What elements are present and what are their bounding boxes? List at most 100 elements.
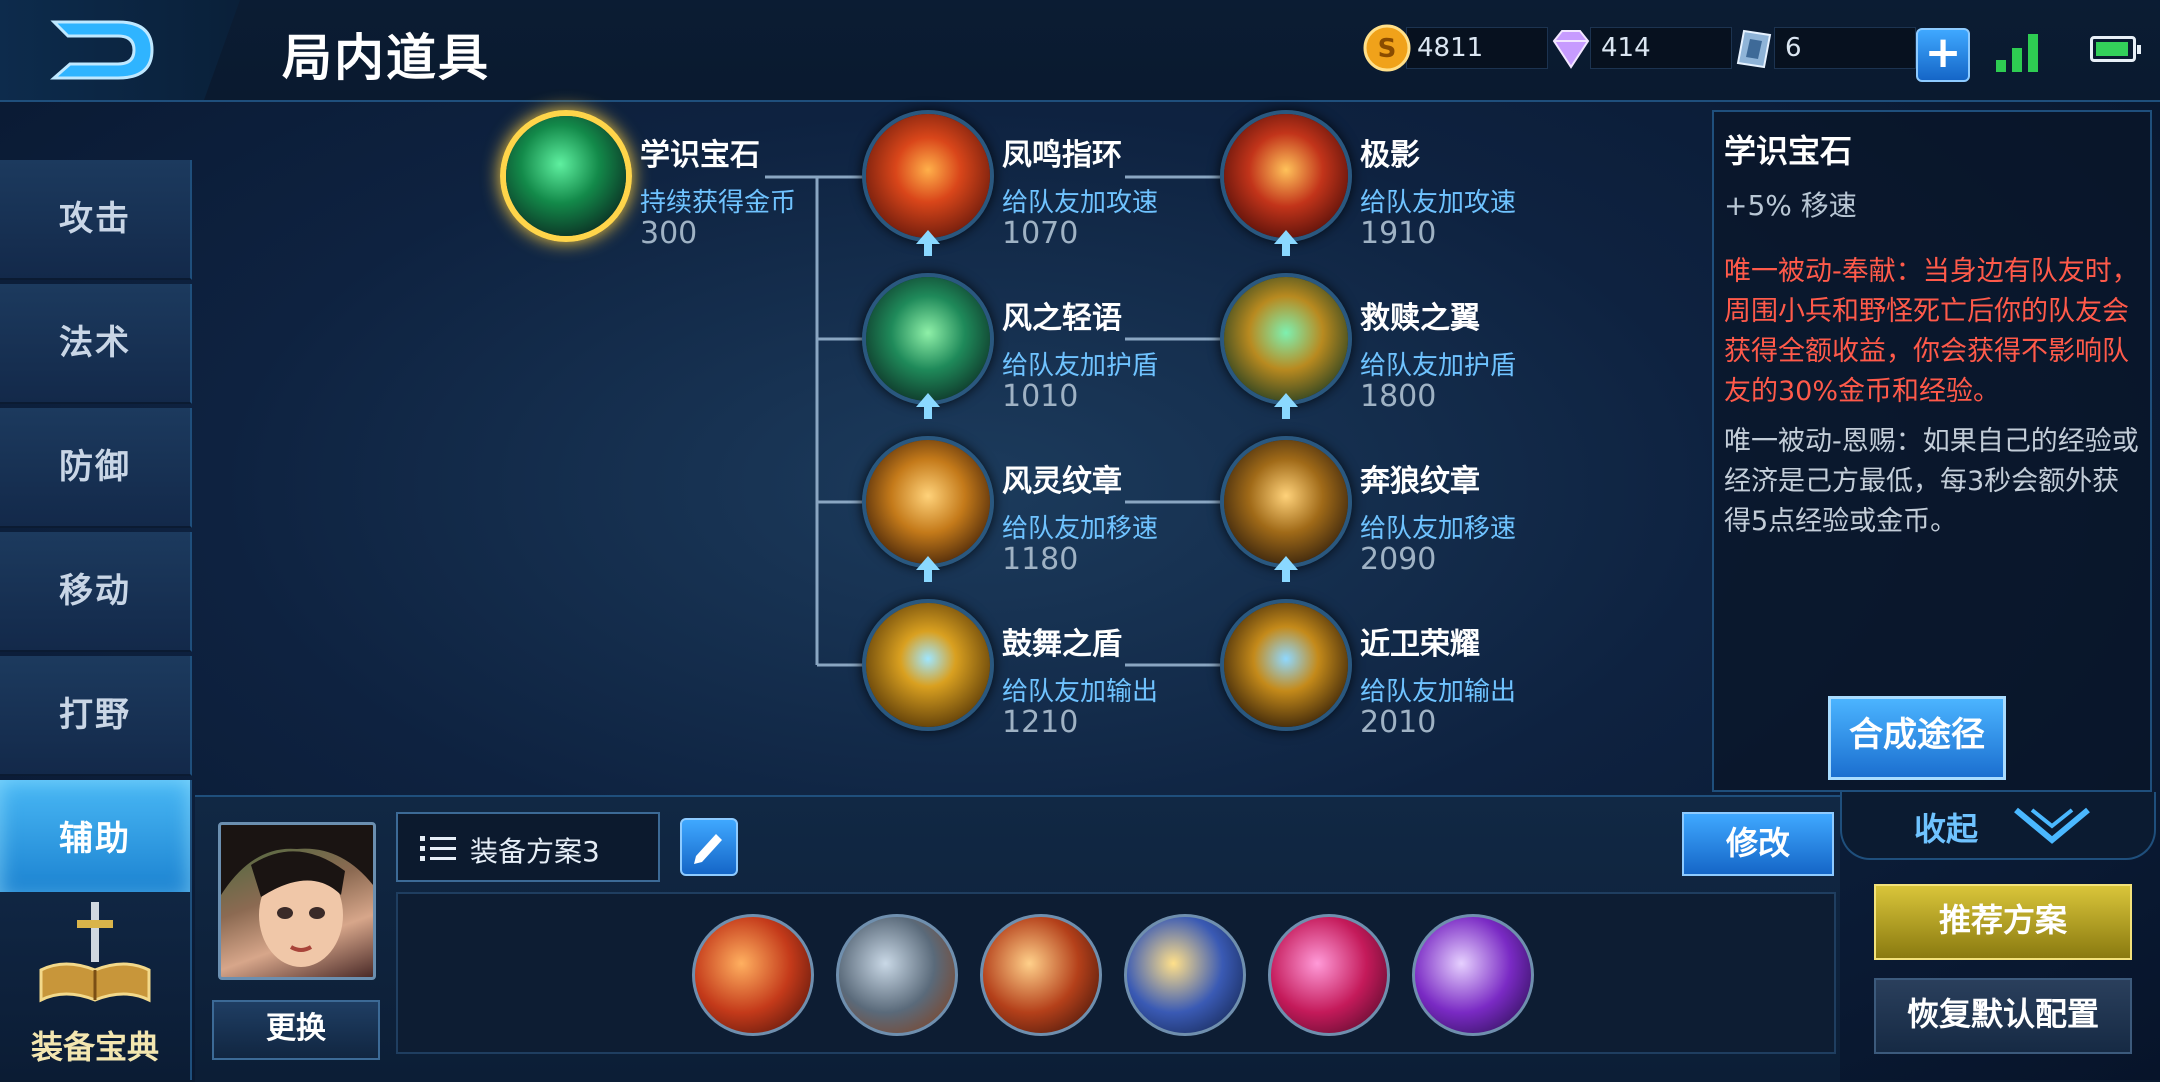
item-node[interactable]: 近卫荣耀 给队友加输出 2010 [1220,599,1550,759]
equipment-codex-button[interactable]: 装备宝典 [0,892,192,1080]
item-node[interactable]: 风之轻语 给队友加护盾 1010 [862,273,1192,433]
synthesis-path-button[interactable]: 合成途径 [1828,696,2006,780]
signal-icon [1996,34,2038,72]
item-desc: 给队友加攻速 [1002,188,1159,218]
pencil-icon [694,834,722,864]
upgrade-arrow-icon [1274,393,1298,419]
item-icon-guard-glory [1220,599,1352,731]
item-price: 1070 [1002,216,1079,251]
item-desc: 给队友加攻速 [1360,188,1517,218]
edit-plan-button[interactable] [680,818,738,876]
equipment-slots [396,892,1836,1054]
item-icon-extreme-shadow [1220,110,1352,242]
item-desc: 给队友加护盾 [1360,351,1517,381]
item-desc: 给队友加移速 [1360,514,1517,544]
equip-slot-6[interactable] [1412,914,1534,1036]
plus-icon: + [1924,27,1962,78]
voucher-counter: 6 [1730,24,1916,72]
item-price: 1910 [1360,216,1437,251]
upgrade-arrow-icon [1274,230,1298,256]
category-nav: 攻击 法术 防御 移动 打野 辅助 [0,160,192,904]
item-node-root[interactable]: 学识宝石 持续获得金币 300 [500,110,830,270]
item-icon-scholar-gem [500,110,632,242]
nav-movement[interactable]: 移动 [0,532,192,652]
item-price: 1010 [1002,379,1079,414]
svg-text:S: S [1378,34,1397,64]
chevron-down-icon [2014,807,2090,844]
codex-label: 装备宝典 [30,1028,159,1066]
item-price: 300 [640,216,698,251]
equip-slot-1[interactable] [692,914,814,1036]
collapse-label: 收起 [1914,810,1979,848]
gold-coin-icon: S [1363,24,1411,72]
item-desc: 持续获得金币 [640,188,797,218]
add-currency-button[interactable]: + [1916,28,1970,82]
item-name: 极影 [1360,138,1420,173]
item-price: 2090 [1360,542,1437,577]
item-icon-redemption-wing [1220,273,1352,405]
nav-jungle[interactable]: 打野 [0,656,192,776]
collapse-button[interactable]: 收起 [1840,792,2156,860]
diamond-counter: 414 [1546,24,1732,72]
item-desc: 给队友加护盾 [1002,351,1159,381]
list-icon [420,836,456,861]
detail-title: 学识宝石 [1724,132,1853,170]
item-desc: 给队友加移速 [1002,514,1159,544]
diamond-value: 414 [1590,27,1732,69]
gold-counter: S 4811 [1362,24,1548,72]
upgrade-arrow-icon [916,393,940,419]
detail-passive-2: 唯一被动-恩赐：如果自己的经验或经济是己方最低，每3秒会额外获得5点经验或金币。 [1724,426,2139,537]
item-name: 风之轻语 [1002,301,1122,336]
gold-value: 4811 [1406,27,1548,69]
back-button[interactable] [0,0,240,100]
detail-passive-1: 唯一被动-奉献：当身边有队友时，周围小兵和野怪死亡后你的队友会获得全额收益，你会… [1724,256,2139,407]
nav-defense[interactable]: 防御 [0,408,192,528]
voucher-icon [1736,29,1772,69]
modify-button[interactable]: 修改 [1682,812,1834,876]
item-node[interactable]: 救赎之翼 给队友加护盾 1800 [1220,273,1550,433]
recommended-plan-button[interactable]: 推荐方案 [1874,884,2132,960]
back-icon [50,20,154,80]
item-name: 近卫荣耀 [1360,627,1480,662]
book-sword-icon [39,902,151,1003]
nav-support[interactable]: 辅助 [0,780,192,900]
equip-slot-3[interactable] [980,914,1102,1036]
plan-select[interactable]: 装备方案3 [396,812,660,882]
item-name: 鼓舞之盾 [1002,627,1122,662]
equip-slot-4[interactable] [1124,914,1246,1036]
item-icon-inspiring-shield [862,599,994,731]
item-detail-panel: 学识宝石 +5% 移速 唯一被动-奉献：当身边有队友时，周围小兵和野怪死亡后你的… [1712,110,2152,792]
item-tree: 学识宝石 持续获得金币 300 凤鸣指环 给队友加攻速 1070 风之轻语 给队… [195,105,1695,793]
reset-default-button[interactable]: 恢复默认配置 [1874,978,2132,1054]
item-node[interactable]: 鼓舞之盾 给队友加输出 1210 [862,599,1192,759]
item-node[interactable]: 奔狼纹章 给队友加移速 2090 [1220,436,1550,596]
item-price: 2010 [1360,705,1437,740]
page-title: 局内道具 [282,29,490,87]
item-price: 1210 [1002,705,1079,740]
item-name: 风灵纹章 [1002,464,1122,499]
item-name: 学识宝石 [640,138,760,173]
nav-magic[interactable]: 法术 [0,284,192,404]
hero-avatar[interactable] [218,822,376,980]
item-name: 救赎之翼 [1360,301,1480,336]
hero-portrait-icon [221,825,373,967]
voucher-value: 6 [1774,27,1916,69]
item-node[interactable]: 风灵纹章 给队友加移速 1180 [862,436,1192,596]
battery-icon [2090,36,2141,62]
item-node[interactable]: 极影 给队友加攻速 1910 [1220,110,1550,270]
item-price: 1180 [1002,542,1079,577]
nav-attack[interactable]: 攻击 [0,160,192,280]
item-icon-wind-whisper [862,273,994,405]
upgrade-arrow-icon [916,556,940,582]
item-desc: 给队友加输出 [1360,677,1517,707]
item-icon-wind-spirit-emblem [862,436,994,568]
item-name: 奔狼纹章 [1360,464,1480,499]
top-bar: 局内道具 S 4811 414 6 + [0,0,2160,102]
plan-label: 装备方案3 [470,835,600,868]
item-price: 1800 [1360,379,1437,414]
equip-slot-5[interactable] [1268,914,1390,1036]
change-hero-button[interactable]: 更换 [212,1000,380,1060]
detail-stat: +5% 移速 [1724,189,1857,222]
item-node[interactable]: 凤鸣指环 给队友加攻速 1070 [862,110,1192,270]
equip-slot-2[interactable] [836,914,958,1036]
